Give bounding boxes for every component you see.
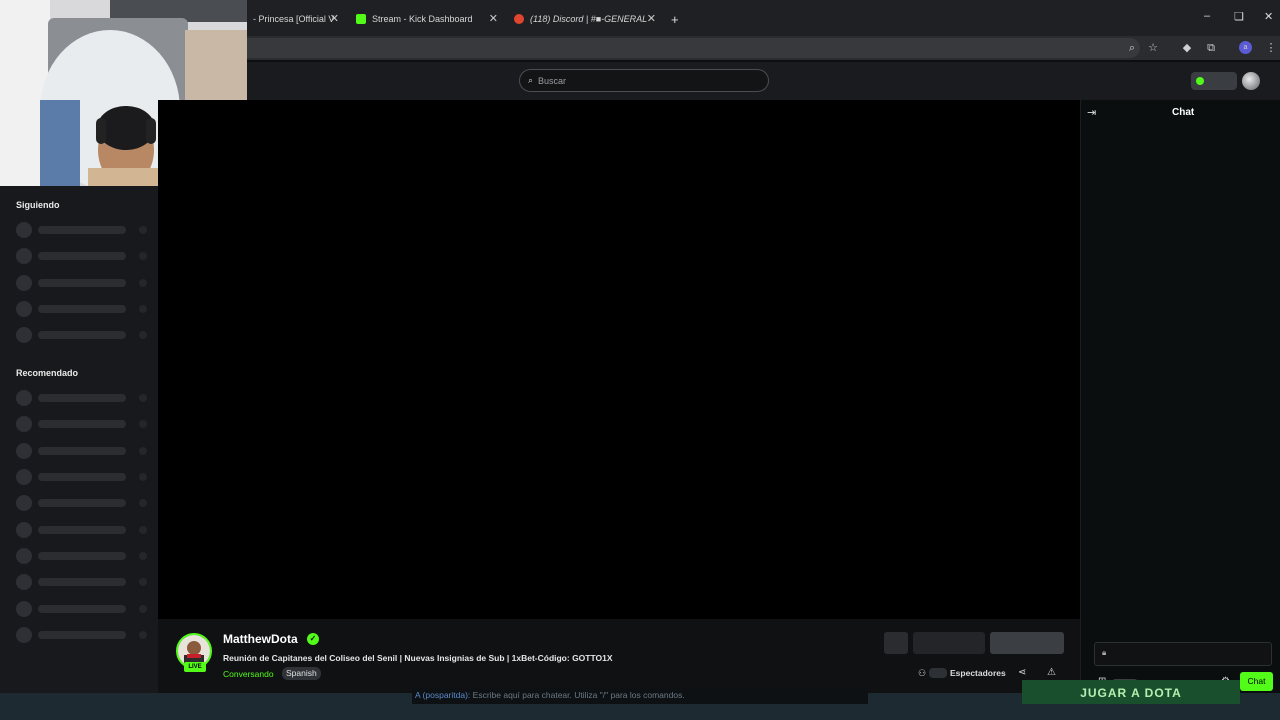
- sidebar-skeleton-item: [16, 601, 148, 617]
- close-tab-icon[interactable]: ✕: [330, 12, 339, 25]
- recommended-heading: Recomendado: [16, 368, 79, 378]
- viewers-count-skeleton: [929, 668, 947, 678]
- sidebar-skeleton-item: [16, 627, 148, 643]
- game-chat-hint: A (posparitda): Escribe aquí para chatea…: [412, 688, 868, 704]
- lock-icon: 🔒︎: [1102, 648, 1107, 657]
- streamer-name[interactable]: MatthewDota: [223, 632, 298, 646]
- sidebar-skeleton-item: [16, 222, 148, 238]
- tab-discord[interactable]: (118) Discord | #■-GENERAL ✕: [514, 8, 656, 30]
- close-window-button[interactable]: ✕: [1264, 10, 1273, 23]
- subscribe-button-skeleton[interactable]: [990, 632, 1064, 654]
- tab-label: (118) Discord | #■-GENERAL: [530, 14, 648, 24]
- tab-princesa[interactable]: - Princesa [Official V ✕: [247, 8, 339, 30]
- play-dota-banner: JUGAR A DOTA: [1022, 680, 1240, 704]
- game-chat-text: Escribe aquí para chatear. Utiliza "/" p…: [472, 690, 685, 700]
- collapse-chat-icon[interactable]: ⇥: [1087, 106, 1096, 119]
- search-icon: ⌕: [528, 75, 534, 85]
- stream-title: Reunión de Capitanes del Coliseo del Sen…: [223, 653, 613, 663]
- close-tab-icon[interactable]: ✕: [489, 12, 498, 25]
- sidebar-skeleton-item: [16, 301, 148, 317]
- following-heading: Siguiendo: [16, 200, 60, 210]
- verified-icon: ✓: [307, 633, 319, 645]
- sidebar-skeleton-item: [16, 574, 148, 590]
- report-icon[interactable]: ⚠: [1047, 667, 1056, 678]
- close-tab-icon[interactable]: ✕: [647, 12, 656, 25]
- star-icon[interactable]: ☆: [1146, 41, 1160, 55]
- viewers-icon: ⚇: [918, 668, 927, 678]
- follow-button-skeleton[interactable]: [913, 632, 985, 654]
- new-tab-button[interactable]: +: [671, 12, 679, 27]
- game-chat-prefix: A (posparitda):: [415, 690, 471, 700]
- chat-panel: [1080, 100, 1280, 693]
- sidebar-skeleton-item: [16, 275, 148, 291]
- restore-button[interactable]: ❏: [1234, 10, 1244, 23]
- kick-status-icon: [1196, 77, 1204, 85]
- zoom-icon[interactable]: ⌕: [1125, 41, 1139, 55]
- sidebar-skeleton-item: [16, 469, 148, 485]
- language-tag[interactable]: Spanish: [282, 667, 321, 680]
- sidebar-skeleton-item: [16, 390, 148, 406]
- live-badge: LIVE: [184, 662, 206, 672]
- tab-label: - Princesa [Official V: [253, 14, 335, 24]
- category-link[interactable]: Conversando: [223, 669, 274, 679]
- send-chat-button[interactable]: Chat: [1240, 672, 1273, 691]
- chat-input[interactable]: [1094, 642, 1272, 666]
- address-bar[interactable]: [247, 38, 1140, 58]
- sidebar-skeleton-item: [16, 327, 148, 343]
- sidebar-skeleton-item: [16, 416, 148, 432]
- sidebar-skeleton-item: [16, 443, 148, 459]
- sidebar-skeleton-item: [16, 522, 148, 538]
- sidebar-skeleton-item: [16, 548, 148, 564]
- discord-favicon-icon: [514, 14, 524, 24]
- sidebar-skeleton-item: [16, 248, 148, 264]
- sidebar-skeleton-item: [16, 495, 148, 511]
- user-avatar[interactable]: [1242, 72, 1260, 90]
- video-player[interactable]: [158, 100, 1080, 619]
- kick-favicon-icon: [356, 14, 366, 24]
- share-icon[interactable]: ⋖: [1018, 667, 1026, 678]
- browser-menu-icon[interactable]: ⋮: [1264, 41, 1278, 55]
- extension-diamond-icon[interactable]: ◆: [1180, 41, 1194, 55]
- minimize-button[interactable]: –: [1204, 10, 1210, 22]
- action-button-skeleton[interactable]: [884, 632, 908, 654]
- tab-kick-dashboard[interactable]: Stream - Kick Dashboard ✕: [356, 8, 498, 30]
- viewers-label: Espectadores: [950, 668, 1006, 678]
- search-input[interactable]: ⌕ Buscar: [519, 69, 769, 92]
- tab-label: Stream - Kick Dashboard: [372, 14, 473, 24]
- profile-icon[interactable]: a: [1239, 41, 1252, 54]
- chat-title: Chat: [1172, 107, 1195, 118]
- extension-icon[interactable]: ⧉: [1204, 41, 1218, 55]
- search-placeholder: Buscar: [538, 75, 567, 86]
